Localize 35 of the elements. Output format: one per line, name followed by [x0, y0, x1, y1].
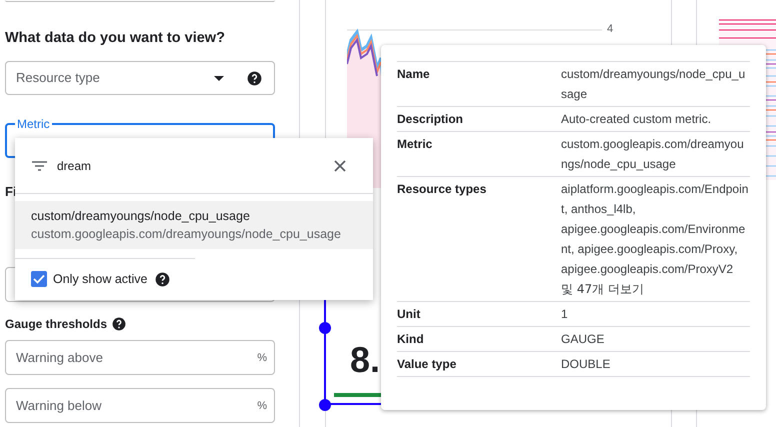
resource-type-select[interactable]: Resource type: [5, 61, 275, 95]
scorecard-value: 8.: [350, 340, 380, 380]
close-icon[interactable]: [334, 160, 346, 172]
detail-label: Kind: [397, 331, 425, 348]
axis-tick-label: 4: [607, 22, 614, 37]
detail-label: Metric: [397, 136, 434, 153]
help-icon[interactable]: [155, 272, 170, 287]
detail-value: aiplatform.googleapis.com/Endpoint, anthos_l4lb, apigee.googleapis.com/Environment, apigee.googleapis.com/Proxy, apigee.googleapis.com/ProxyV2: [561, 181, 750, 278]
detail-label: Value type: [397, 356, 458, 373]
select-placeholder: Resource type: [16, 69, 101, 88]
detail-value: DOUBLE: [561, 356, 612, 373]
checkbox-label: Only show active: [53, 271, 148, 288]
detail-value: GAUGE: [561, 331, 606, 348]
resize-handle[interactable]: [319, 399, 331, 411]
detail-value: Auto-created custom metric.: [561, 111, 712, 128]
percent-unit: %: [257, 399, 267, 414]
resize-handle[interactable]: [319, 322, 331, 334]
detail-value: 1: [561, 306, 569, 323]
detail-label: Resource types: [397, 181, 488, 198]
detail-label: Description: [397, 111, 464, 128]
percent-unit: %: [257, 351, 267, 366]
checkbox[interactable]: [31, 271, 47, 288]
detail-label: Unit: [397, 306, 422, 323]
detail-value: custom/dreamyoungs/node_cpu_usage: [561, 66, 746, 103]
section-label: Gauge thresholds: [5, 316, 108, 333]
show-more-link[interactable]: 및 47개 더보기: [561, 279, 644, 299]
help-icon[interactable]: [247, 70, 262, 86]
help-icon[interactable]: [112, 317, 126, 331]
section-heading: What data do you want to view?: [5, 29, 226, 48]
search-field[interactable]: dream: [57, 156, 334, 174]
field-label: Metric: [15, 117, 52, 131]
filter-icon: [32, 160, 47, 170]
detail-label: Name: [397, 66, 431, 83]
dropdown-caret-icon: [214, 76, 224, 80]
metric-option[interactable]: custom/dreamyoungs/node_cpu_usage custom.googleapis.com/dreamyoungs/node_cpu_usage: [15, 201, 373, 249]
